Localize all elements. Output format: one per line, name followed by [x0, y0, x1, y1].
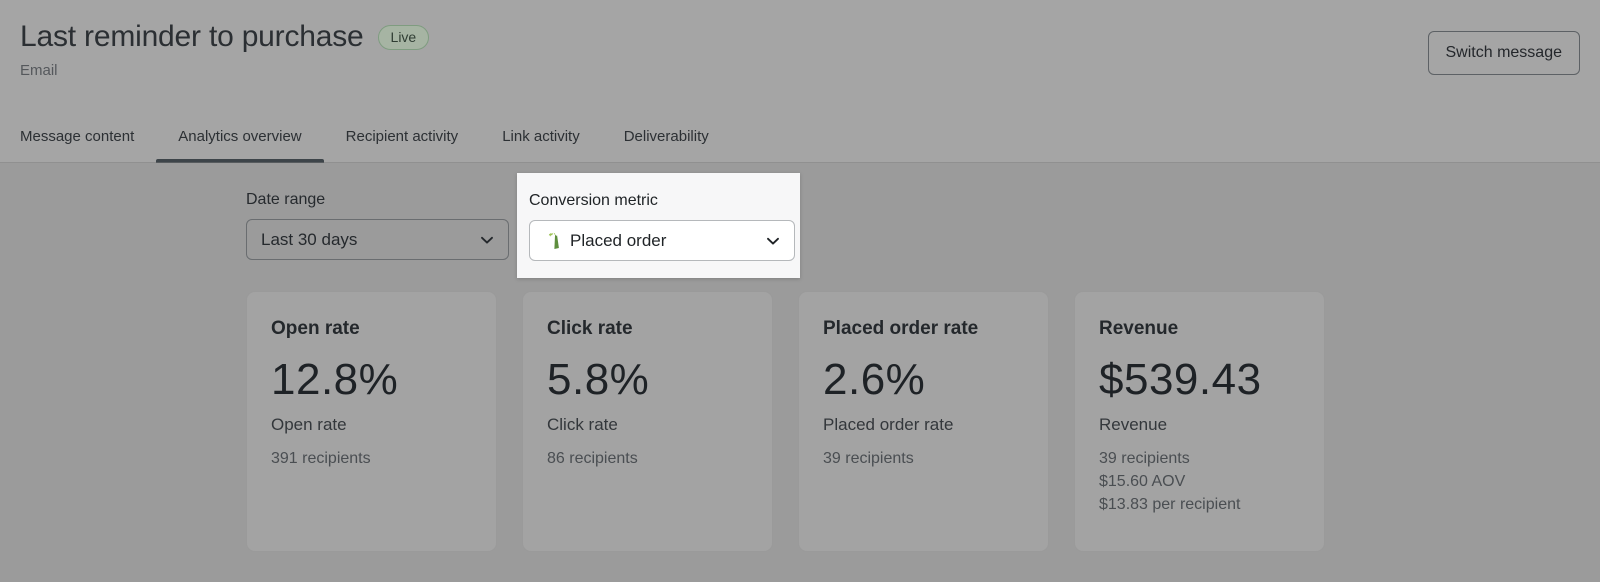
- card-value: 2.6%: [823, 353, 1024, 407]
- date-range-field: Date range Last 30 days: [246, 189, 509, 260]
- card-sub-line: $15.60 AOV: [1099, 470, 1300, 493]
- conversion-metric-spotlight: Conversion metric Placed order: [517, 173, 800, 278]
- tab-bar: Message content Analytics overview Recip…: [20, 106, 731, 163]
- filters-row: Date range Last 30 days: [246, 189, 509, 260]
- chevron-down-icon: [765, 233, 781, 249]
- shopify-bag-icon: [544, 232, 561, 249]
- title-row: Last reminder to purchase Live: [20, 18, 1580, 56]
- metric-card-open-rate: Open rate 12.8% Open rate 391 recipients: [246, 291, 497, 552]
- card-sub-line: 39 recipients: [823, 447, 1024, 470]
- conversion-metric-select[interactable]: Placed order: [529, 220, 795, 261]
- card-sub-stats: 86 recipients: [547, 447, 748, 470]
- tab-label: Recipient activity: [346, 128, 459, 145]
- card-value: $539.43: [1099, 353, 1300, 407]
- card-value: 12.8%: [271, 353, 472, 407]
- page-title: Last reminder to purchase: [20, 18, 364, 56]
- card-metric-label: Revenue: [1099, 414, 1300, 436]
- card-title: Click rate: [547, 316, 748, 341]
- tab-deliverability[interactable]: Deliverability: [602, 106, 731, 163]
- status-badge: Live: [378, 25, 430, 50]
- date-range-value: Last 30 days: [261, 230, 357, 250]
- tab-label: Analytics overview: [178, 128, 301, 145]
- page-subtitle: Email: [20, 61, 1580, 81]
- card-value: 5.8%: [547, 353, 748, 407]
- tab-message-content[interactable]: Message content: [20, 106, 156, 163]
- card-metric-label: Placed order rate: [823, 414, 1024, 436]
- card-sub-line: 86 recipients: [547, 447, 748, 470]
- analytics-content: Date range Last 30 days Open rate 12.8% …: [0, 163, 1600, 582]
- switch-message-button[interactable]: Switch message: [1428, 31, 1581, 75]
- tab-link-activity[interactable]: Link activity: [480, 106, 602, 163]
- conversion-metric-label: Conversion metric: [529, 190, 795, 212]
- card-sub-line: $13.83 per recipient: [1099, 493, 1300, 516]
- tab-label: Deliverability: [624, 128, 709, 145]
- tab-label: Link activity: [502, 128, 580, 145]
- metric-card-revenue: Revenue $539.43 Revenue 39 recipients $1…: [1074, 291, 1325, 552]
- card-metric-label: Open rate: [271, 414, 472, 436]
- card-metric-label: Click rate: [547, 414, 748, 436]
- metric-cards: Open rate 12.8% Open rate 391 recipients…: [246, 291, 1325, 552]
- card-sub-line: 39 recipients: [1099, 447, 1300, 470]
- conversion-metric-value: Placed order: [570, 231, 666, 251]
- analytics-overview-page: Last reminder to purchase Live Email Swi…: [0, 0, 1600, 582]
- card-title: Revenue: [1099, 316, 1300, 341]
- card-sub-stats: 39 recipients $15.60 AOV $13.83 per reci…: [1099, 447, 1300, 516]
- card-title: Placed order rate: [823, 316, 1024, 341]
- chevron-down-icon: [479, 232, 495, 248]
- conversion-metric-field: Conversion metric Placed order: [529, 190, 795, 261]
- tab-analytics-overview[interactable]: Analytics overview: [156, 106, 323, 163]
- page-header: Last reminder to purchase Live Email Swi…: [0, 0, 1600, 163]
- metric-card-click-rate: Click rate 5.8% Click rate 86 recipients: [522, 291, 773, 552]
- tab-label: Message content: [20, 128, 134, 145]
- header-inner: Last reminder to purchase Live Email: [20, 18, 1580, 81]
- date-range-label: Date range: [246, 189, 509, 211]
- card-sub-line: 391 recipients: [271, 447, 472, 470]
- date-range-select[interactable]: Last 30 days: [246, 219, 509, 260]
- card-sub-stats: 391 recipients: [271, 447, 472, 470]
- metric-card-placed-order-rate: Placed order rate 2.6% Placed order rate…: [798, 291, 1049, 552]
- tab-recipient-activity[interactable]: Recipient activity: [324, 106, 481, 163]
- card-title: Open rate: [271, 316, 472, 341]
- card-sub-stats: 39 recipients: [823, 447, 1024, 470]
